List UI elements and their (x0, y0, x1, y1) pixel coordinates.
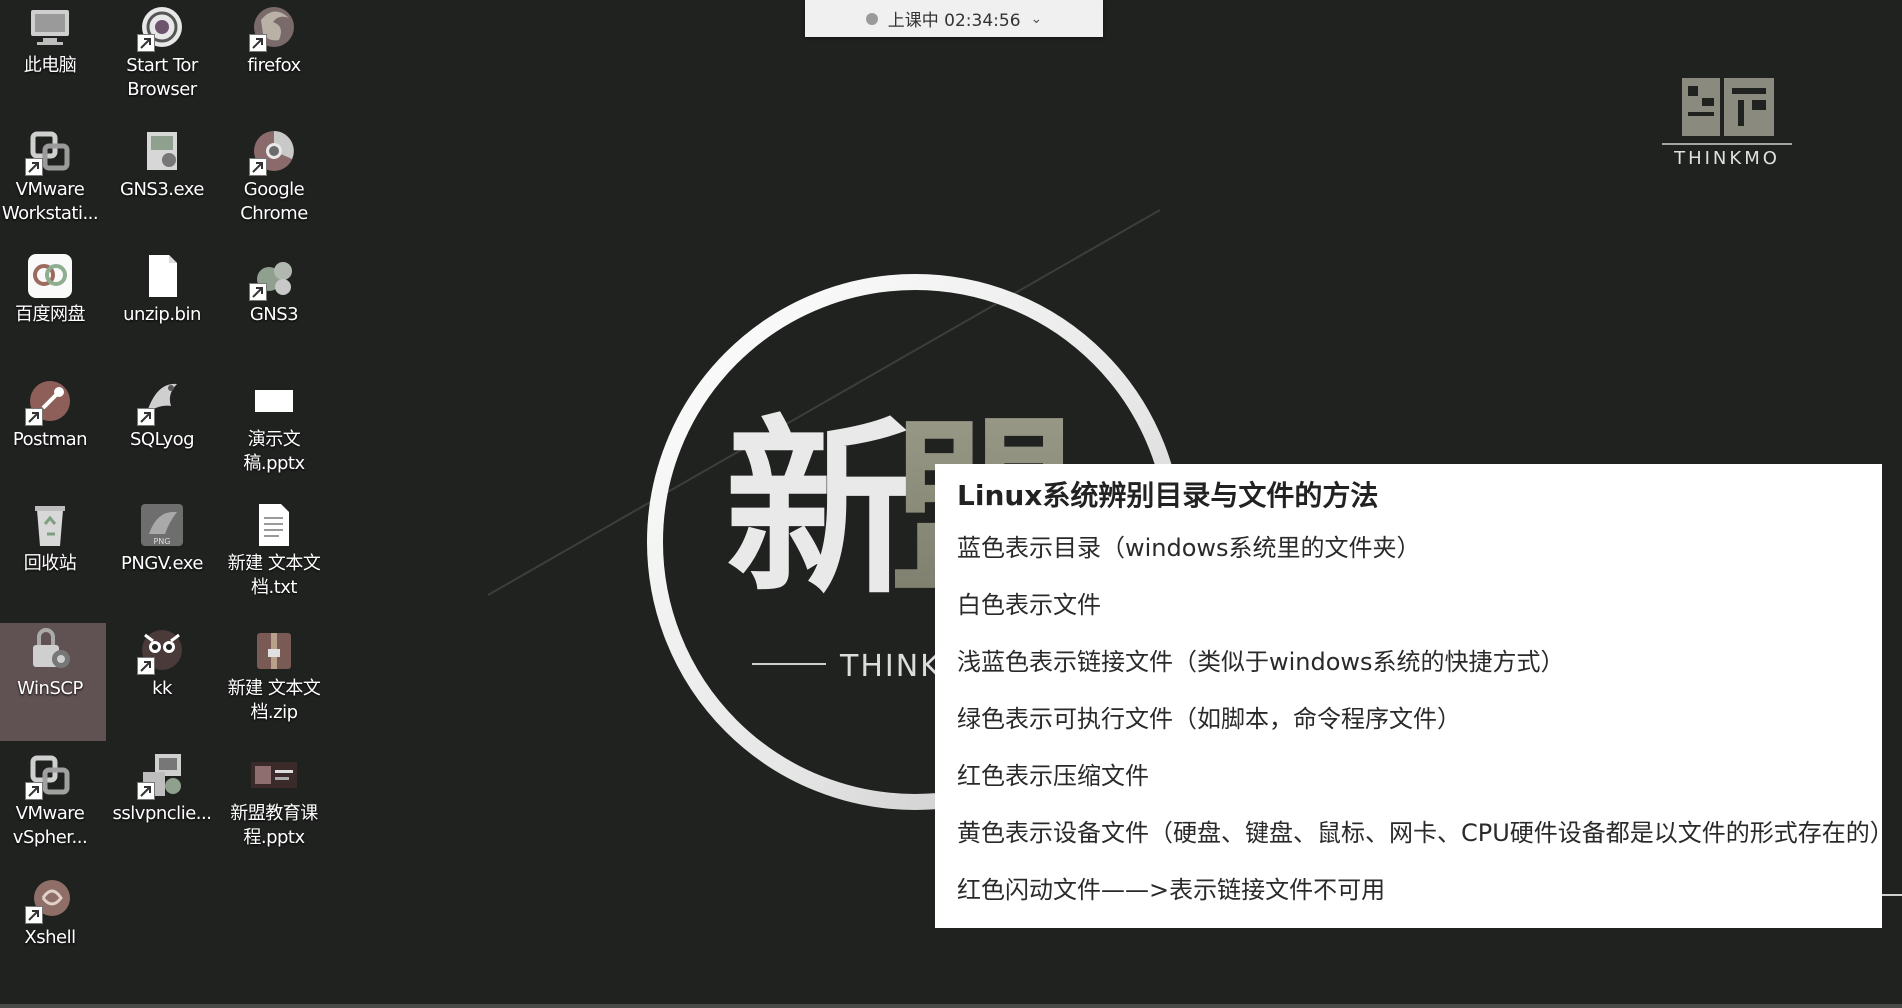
desktop-icon-label: 百度网盘 (15, 304, 86, 325)
desktop-icon-label: Google Chrome (240, 179, 308, 224)
desktop-icon-pptx[interactable]: 演示文稿.pptx (218, 374, 330, 492)
note-card: Linux系统辨别目录与文件的方法 蓝色表示目录（windows系统里的文件夹）… (935, 464, 1894, 928)
desktop-icon-label: 新盟教育课程.pptx (230, 803, 318, 848)
desktop-icon-xshell[interactable]: Xshell (0, 872, 106, 990)
note-line: 白色表示文件 (957, 591, 1101, 619)
png-viewer-icon: PNG (137, 500, 187, 550)
desktop-icon-label: 新建 文本文档.txt (227, 553, 321, 598)
note-lines: 蓝色表示目录（windows系统里的文件夹） 白色表示文件浅蓝色表示链接文件（类似… (957, 532, 1894, 906)
desktop-icon-kk[interactable]: kk (106, 623, 218, 741)
svg-text:PNG: PNG (153, 537, 170, 546)
desktop-icon-label: Postman (12, 429, 88, 450)
vmware-icon (25, 126, 75, 176)
recycle-bin-icon (25, 500, 75, 550)
shortcut-arrow-icon (249, 34, 267, 52)
desktop-icon-label: 回收站 (23, 553, 77, 574)
chrome-icon (249, 126, 299, 176)
shortcut-arrow-icon (137, 408, 155, 426)
vsphere-icon (25, 750, 75, 800)
desktop-icon-recycle-bin[interactable]: 回收站 (0, 498, 106, 616)
desktop-icon-label: firefox (247, 55, 301, 76)
shortcut-arrow-icon (25, 158, 43, 176)
gns3-icon (249, 251, 299, 301)
desktop-icon-gns3[interactable]: GNS3 (218, 249, 330, 367)
note-line: 黄色表示设备文件（硬盘、键盘、鼠标、网卡、CPU硬件设备都是以文件的形式存在的） (957, 819, 1894, 847)
winscp-icon (25, 625, 75, 675)
desktop-icon-label: sslvpnclie... (112, 803, 212, 824)
taskbar-edge (0, 1004, 1902, 1008)
note-line: 绿色表示可执行文件（如脚本，命令程序文件） (957, 705, 1461, 733)
desktop-icon-zip-archive[interactable]: 新建 文本文档.zip (218, 623, 330, 741)
note-line: 浅蓝色表示链接文件（类似于windows系统的快捷方式） (957, 648, 1565, 676)
desktop-icon-label: kk (152, 678, 172, 699)
kk-icon (137, 625, 187, 675)
shortcut-arrow-icon (25, 782, 43, 800)
class-status-bar[interactable]: 上课中 02:34:56 ⌄ (805, 0, 1103, 37)
desktop-icon-file[interactable]: unzip.bin (106, 249, 218, 367)
desktop-icon-label: PNGV.exe (121, 553, 203, 574)
desktop-icon-vmware[interactable]: VMware Workstati... (0, 124, 106, 242)
baidu-netdisk-icon (25, 251, 75, 301)
note-line: 蓝色表示目录（windows系统里的文件夹） (957, 534, 1421, 562)
desktop-icon-label: VMware vSpher... (12, 803, 88, 848)
desktop-icon-label: unzip.bin (123, 304, 201, 325)
file-icon (137, 251, 187, 301)
desktop-icon-label: 演示文稿.pptx (243, 429, 305, 474)
desktop-icon-label: 新建 文本文档.zip (227, 678, 321, 723)
postman-icon (25, 376, 75, 426)
wallpaper-big-char: 新 (725, 399, 915, 620)
thinkmo-logo: THINKMO (1662, 78, 1792, 168)
zip-archive-icon (249, 625, 299, 675)
pptx-thumbnail-icon (249, 750, 299, 800)
text-file-icon (249, 500, 299, 550)
tor-icon (137, 2, 187, 52)
shortcut-arrow-icon (137, 34, 155, 52)
desktop-icon-text-file[interactable]: 新建 文本文档.txt (218, 498, 330, 616)
desktop-icon-label: Start Tor Browser (126, 55, 198, 100)
pptx-icon (249, 376, 299, 426)
shortcut-arrow-icon (137, 657, 155, 675)
desktop-icon-computer[interactable]: 此电脑 (0, 0, 106, 118)
xshell-icon (25, 874, 75, 924)
desktop-icon-label: VMware Workstati... (1, 179, 99, 224)
sqlyog-icon (137, 376, 187, 426)
logo-text: THINKMO (1673, 148, 1780, 168)
desktop-icon-gns3-exe[interactable]: GNS3.exe (106, 124, 218, 242)
shortcut-arrow-icon (25, 906, 43, 924)
desktop-icon-postman[interactable]: Postman (0, 374, 106, 492)
desktop-icon-label: GNS3.exe (120, 179, 204, 200)
desktop-icon-firefox[interactable]: firefox (218, 0, 330, 118)
desktop-icon-baidu-netdisk[interactable]: 百度网盘 (0, 249, 106, 367)
note-line: 红色表示压缩文件 (957, 762, 1149, 790)
desktop-icon-chrome[interactable]: Google Chrome (218, 124, 330, 242)
chevron-down-icon[interactable]: ⌄ (1031, 11, 1043, 27)
desktop-icon-label: GNS3 (249, 304, 299, 325)
desktop-icon-label: 此电脑 (23, 55, 77, 76)
desktop-icon-label: SQLyog (129, 429, 195, 450)
desktop-icon-tor[interactable]: Start Tor Browser (106, 0, 218, 118)
shortcut-arrow-icon (249, 283, 267, 301)
gns3-exe-icon (137, 126, 187, 176)
class-timer-text: 上课中 02:34:56 (887, 11, 1021, 31)
shortcut-arrow-icon (25, 408, 43, 426)
desktop-icon-label: WinSCP (17, 678, 83, 699)
sslvpn-icon (137, 750, 187, 800)
firefox-icon (249, 2, 299, 52)
desktop-icon-vsphere[interactable]: VMware vSpher... (0, 748, 106, 866)
desktop-icon-sslvpn[interactable]: sslvpnclie... (106, 748, 218, 866)
computer-icon (25, 2, 75, 52)
desktop-icon-pptx-thumbnail[interactable]: 新盟教育课程.pptx (218, 748, 330, 866)
shortcut-arrow-icon (137, 782, 155, 800)
note-line: 红色闪动文件——>表示链接文件不可用 (957, 876, 1386, 904)
status-dot-icon (865, 12, 878, 25)
desktop-icon-sqlyog[interactable]: SQLyog (106, 374, 218, 492)
desktop-icon-label: Xshell (24, 927, 76, 948)
note-title: Linux系统辨别目录与文件的方法 (957, 479, 1379, 512)
shortcut-arrow-icon (249, 158, 267, 176)
desktop-icon-winscp[interactable]: WinSCP (0, 623, 106, 741)
desktop-icon-png-viewer[interactable]: PNG PNGV.exe (106, 498, 218, 616)
